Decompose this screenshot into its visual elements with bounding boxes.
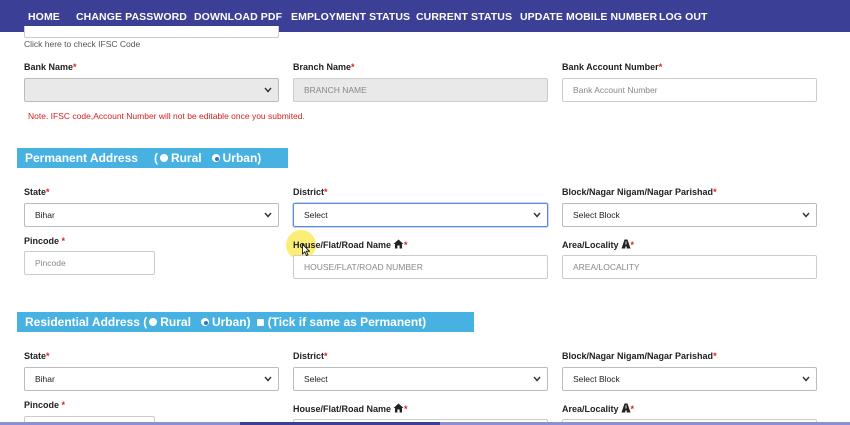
residential-block-value: Select Block — [573, 374, 620, 384]
residential-urban-label: Urban) — [211, 315, 251, 329]
chevron-down-icon — [264, 87, 272, 93]
permanent-urban-radio[interactable] — [211, 154, 220, 162]
permanent-area-input[interactable]: AREA/LOCALITY — [562, 255, 817, 279]
chevron-down-icon — [264, 376, 272, 382]
residential-address-header: Residential Address ( Rural Urban) (Tick… — [17, 312, 474, 332]
permanent-block-select[interactable]: Select Block — [562, 203, 817, 227]
residential-state-label: State* — [24, 351, 50, 361]
residential-state-value: Bihar — [35, 374, 55, 384]
nav-home[interactable]: HOME — [28, 11, 60, 23]
permanent-open-paren: ( — [153, 151, 158, 165]
account-number-placeholder: Bank Account Number — [573, 85, 658, 95]
permanent-state-select[interactable]: Bihar — [24, 203, 279, 227]
permanent-pincode-placeholder: Pincode — [35, 258, 66, 268]
chevron-down-icon — [802, 376, 810, 382]
permanent-block-value: Select Block — [573, 210, 620, 220]
permanent-address-title: Permanent Address — [25, 151, 138, 165]
ifsc-check-link[interactable]: Click here to check IFSC Code — [24, 39, 140, 49]
permanent-area-label: Area/Locality * — [562, 239, 635, 251]
road-icon — [621, 239, 631, 251]
permanent-block-label: Block/Nagar Nigam/Nagar Parishad* — [562, 187, 717, 197]
bank-name-select[interactable] — [24, 78, 279, 102]
residential-district-label: District* — [293, 351, 328, 361]
mouse-pointer-icon — [302, 243, 311, 261]
permanent-rural-label: Rural — [170, 151, 202, 165]
permanent-area-placeholder: AREA/LOCALITY — [573, 262, 640, 272]
permanent-rural-radio[interactable] — [159, 154, 168, 162]
bank-name-label: Bank Name* — [24, 62, 77, 72]
road-icon — [621, 403, 631, 415]
permanent-pincode-label: Pincode * — [24, 236, 66, 246]
residential-rural-label: Rural — [160, 315, 191, 329]
residential-state-select[interactable]: Bihar — [24, 367, 279, 391]
nav-update-mobile-number[interactable]: UPDATE MOBILE NUMBER — [520, 11, 657, 23]
permanent-house-label: House/Flat/Road Name * — [293, 239, 408, 251]
home-icon — [393, 403, 404, 415]
permanent-district-label: District* — [293, 187, 328, 197]
nav-log-out[interactable]: LOG OUT — [659, 11, 708, 23]
account-number-label: Bank Account Number* — [562, 62, 663, 72]
nav-current-status[interactable]: CURRENT STATUS — [416, 11, 512, 23]
permanent-state-value: Bihar — [35, 210, 55, 220]
permanent-house-placeholder: HOUSE/FLAT/ROAD NUMBER — [304, 262, 423, 272]
residential-district-value: Select — [304, 374, 328, 384]
permanent-address-header: Permanent Address ( Rural Urban) — [17, 148, 288, 168]
chevron-down-icon — [533, 376, 541, 382]
same-as-permanent-checkbox[interactable] — [256, 318, 264, 326]
residential-house-label: House/Flat/Road Name * — [293, 403, 408, 415]
nav-download-pdf[interactable]: DOWNLOAD PDF — [194, 11, 282, 23]
same-as-permanent-label: (Tick if same as Permanent) — [267, 315, 427, 329]
residential-urban-radio[interactable] — [200, 318, 209, 326]
permanent-urban-label: Urban) — [222, 151, 262, 165]
ifsc-input[interactable] — [24, 26, 279, 38]
permanent-house-input[interactable]: HOUSE/FLAT/ROAD NUMBER — [293, 255, 548, 279]
bank-edit-note: Note. IFSC code,Account Number will not … — [28, 111, 305, 121]
branch-name-input: BRANCH NAME — [293, 78, 548, 102]
residential-area-label: Area/Locality * — [562, 403, 635, 415]
residential-block-label: Block/Nagar Nigam/Nagar Parishad* — [562, 351, 717, 361]
permanent-state-label: State* — [24, 187, 50, 197]
branch-name-placeholder: BRANCH NAME — [304, 85, 367, 95]
residential-rural-radio[interactable] — [149, 318, 158, 326]
permanent-pincode-input[interactable]: Pincode — [24, 251, 155, 275]
chevron-down-icon — [264, 212, 272, 218]
residential-block-select[interactable]: Select Block — [562, 367, 817, 391]
nav-employment-status[interactable]: EMPLOYMENT STATUS — [291, 11, 410, 23]
branch-name-label: Branch Name* — [293, 62, 355, 72]
account-number-input[interactable]: Bank Account Number — [562, 78, 817, 102]
permanent-district-select[interactable]: Select — [293, 203, 548, 227]
chevron-down-icon — [802, 212, 810, 218]
residential-address-title: Residential Address ( — [25, 315, 148, 329]
residential-district-select[interactable]: Select — [293, 367, 548, 391]
nav-change-password[interactable]: CHANGE PASSWORD — [76, 11, 187, 23]
residential-pincode-label: Pincode * — [24, 400, 66, 410]
permanent-district-value: Select — [304, 210, 328, 220]
chevron-down-icon — [533, 212, 541, 218]
home-icon — [393, 239, 404, 251]
